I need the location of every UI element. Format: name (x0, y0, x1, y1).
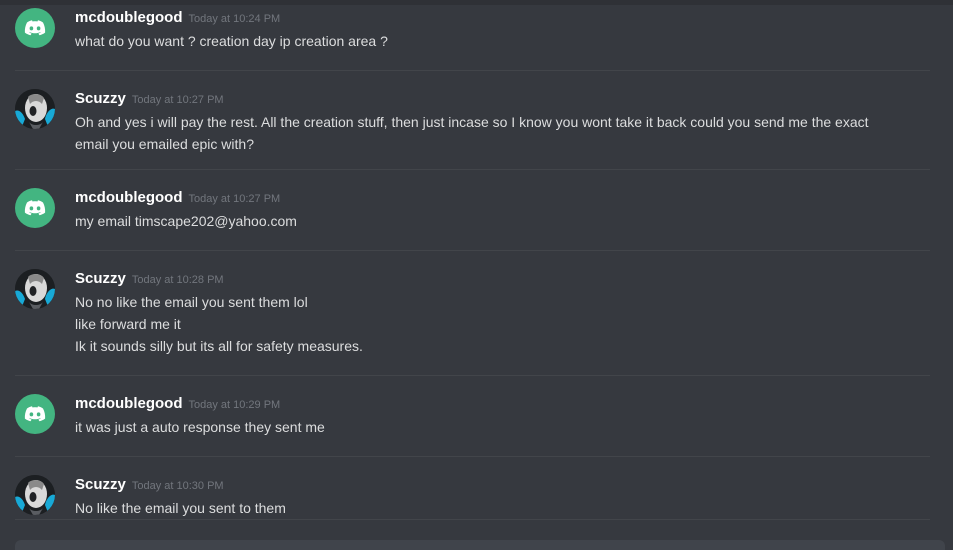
message-content: what do you want ? creation day ip creat… (75, 30, 895, 52)
avatar[interactable] (15, 475, 55, 515)
username[interactable]: Scuzzy (75, 476, 126, 493)
message-divider (15, 375, 930, 376)
timestamp[interactable]: Today at 10:30 PM (132, 480, 224, 492)
discord-logo-icon (24, 20, 46, 36)
message-content: No like the email you sent to them (75, 497, 895, 519)
username[interactable]: mcdoublegood (75, 9, 183, 26)
avatar[interactable] (15, 89, 55, 129)
message-text: No no like the email you sent them lol (75, 294, 308, 310)
scuzzy-avatar-icon (15, 475, 55, 515)
discord-logo-icon (24, 406, 46, 422)
message-header: mcdoublegood Today at 10:29 PM (75, 394, 280, 415)
avatar[interactable] (15, 394, 55, 434)
username[interactable]: mcdoublegood (75, 189, 183, 206)
discord-logo-icon (24, 200, 46, 216)
message-text: No like the email you sent to them (75, 500, 286, 516)
message-content: my email timscape202@yahoo.com (75, 210, 895, 232)
timestamp[interactable]: Today at 10:28 PM (132, 274, 224, 286)
username[interactable]: mcdoublegood (75, 395, 183, 412)
avatar[interactable] (15, 269, 55, 309)
message-content: Oh and yes i will pay the rest. All the … (75, 111, 895, 155)
message-header: mcdoublegood Today at 10:27 PM (75, 188, 280, 209)
timestamp[interactable]: Today at 10:27 PM (132, 94, 224, 106)
message-divider (15, 70, 930, 71)
scuzzy-avatar-icon (15, 89, 55, 129)
message-text: like forward me it (75, 316, 181, 332)
message-text: Oh and yes i will pay the rest. All the … (75, 114, 869, 130)
message-text: email you emailed epic with? (75, 136, 254, 152)
message-header: Scuzzy Today at 10:30 PM (75, 475, 224, 496)
message-divider (15, 456, 930, 457)
message-content: it was just a auto response they sent me (75, 416, 895, 438)
message-text: it was just a auto response they sent me (75, 419, 325, 435)
username[interactable]: Scuzzy (75, 270, 126, 287)
timestamp[interactable]: Today at 10:29 PM (189, 399, 281, 411)
message-text: what do you want ? creation day ip creat… (75, 33, 388, 49)
chat-message-list: mcdoublegood Today at 10:24 PM what do yo… (0, 0, 953, 547)
message-divider (15, 250, 930, 251)
timestamp[interactable]: Today at 10:24 PM (189, 13, 281, 25)
avatar[interactable] (15, 8, 55, 48)
message-text: Ik it sounds silly but its all for safet… (75, 338, 363, 354)
message-text: my email timscape202@yahoo.com (75, 213, 297, 229)
scuzzy-avatar-icon (15, 269, 55, 309)
message-header: mcdoublegood Today at 10:24 PM (75, 8, 280, 29)
username[interactable]: Scuzzy (75, 90, 126, 107)
message-content: No no like the email you sent them lol l… (75, 291, 895, 357)
avatar[interactable] (15, 188, 55, 228)
message-header: Scuzzy Today at 10:28 PM (75, 269, 224, 290)
timestamp[interactable]: Today at 10:27 PM (189, 193, 281, 205)
message-divider (15, 519, 930, 520)
message-divider (15, 169, 930, 170)
message-input-box[interactable] (15, 540, 945, 550)
message-header: Scuzzy Today at 10:27 PM (75, 89, 224, 110)
